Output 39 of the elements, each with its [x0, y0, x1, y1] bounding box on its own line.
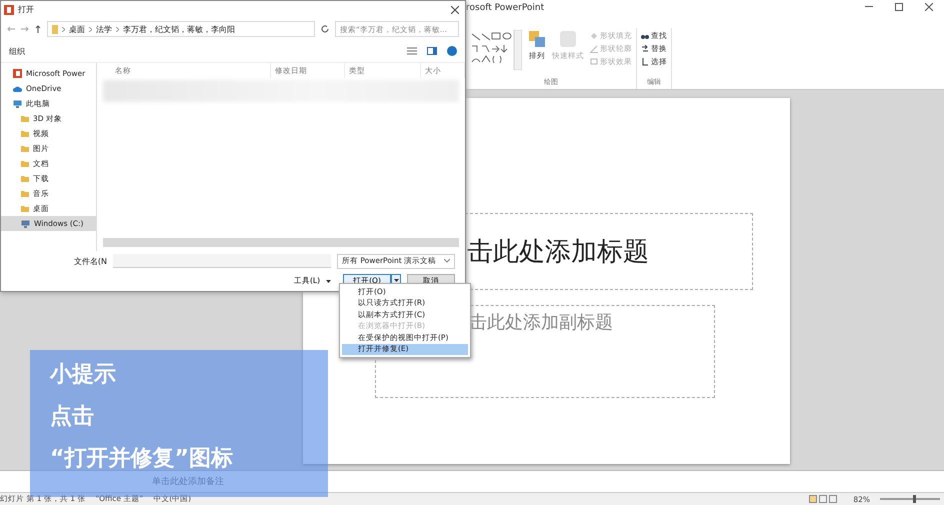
folder-icon [52, 24, 58, 34]
path-segment[interactable]: 李万君，纪文韬，蒋敏，李向阳 [123, 24, 235, 34]
chevron-icon [62, 26, 65, 32]
caret-icon [444, 259, 450, 263]
chevron-icon [116, 26, 119, 32]
tip-text: 点击 [50, 404, 95, 430]
refresh-icon[interactable] [321, 25, 329, 33]
powerpoint-icon [4, 4, 14, 14]
tip-text: “打开并修复”图标 [50, 446, 234, 472]
close-icon [925, 3, 933, 11]
filename-field[interactable] [113, 254, 331, 268]
path-segment[interactable]: 法学 [96, 24, 112, 34]
window-title: rosoft PowerPoint [466, 2, 546, 13]
pencil-icon [590, 45, 598, 53]
close-icon[interactable] [451, 6, 459, 14]
filename-label: 文件名(N [74, 256, 107, 266]
address-bar[interactable]: 桌面 法学 李万君，纪文韬，蒋敏，李向阳 [47, 21, 315, 37]
replace-icon [641, 45, 649, 53]
chevron-icon [89, 26, 92, 32]
computer-icon [13, 100, 22, 108]
presentation-icon [13, 69, 22, 78]
quick-styles-icon [559, 30, 577, 48]
arrange-icon [528, 30, 546, 48]
preview-pane-icon[interactable] [427, 47, 437, 55]
view-options-icon[interactable] [407, 47, 417, 55]
tip-text: 小提示 [50, 362, 117, 388]
horizontal-scrollbar[interactable] [103, 238, 459, 247]
shapes-gallery[interactable] [470, 30, 522, 70]
dialog-title: 打开 [18, 4, 35, 15]
binoculars-icon [641, 32, 649, 40]
up-arrow-icon[interactable] [35, 25, 41, 33]
square-icon [590, 58, 598, 66]
caret-icon [326, 280, 331, 282]
organize-menu[interactable]: 组织 [9, 46, 397, 56]
minimize-icon [865, 6, 873, 8]
restore-icon [895, 3, 903, 11]
cloud-icon [13, 86, 22, 92]
path-segment[interactable]: 桌面 [69, 24, 85, 34]
drive-icon [21, 220, 30, 228]
